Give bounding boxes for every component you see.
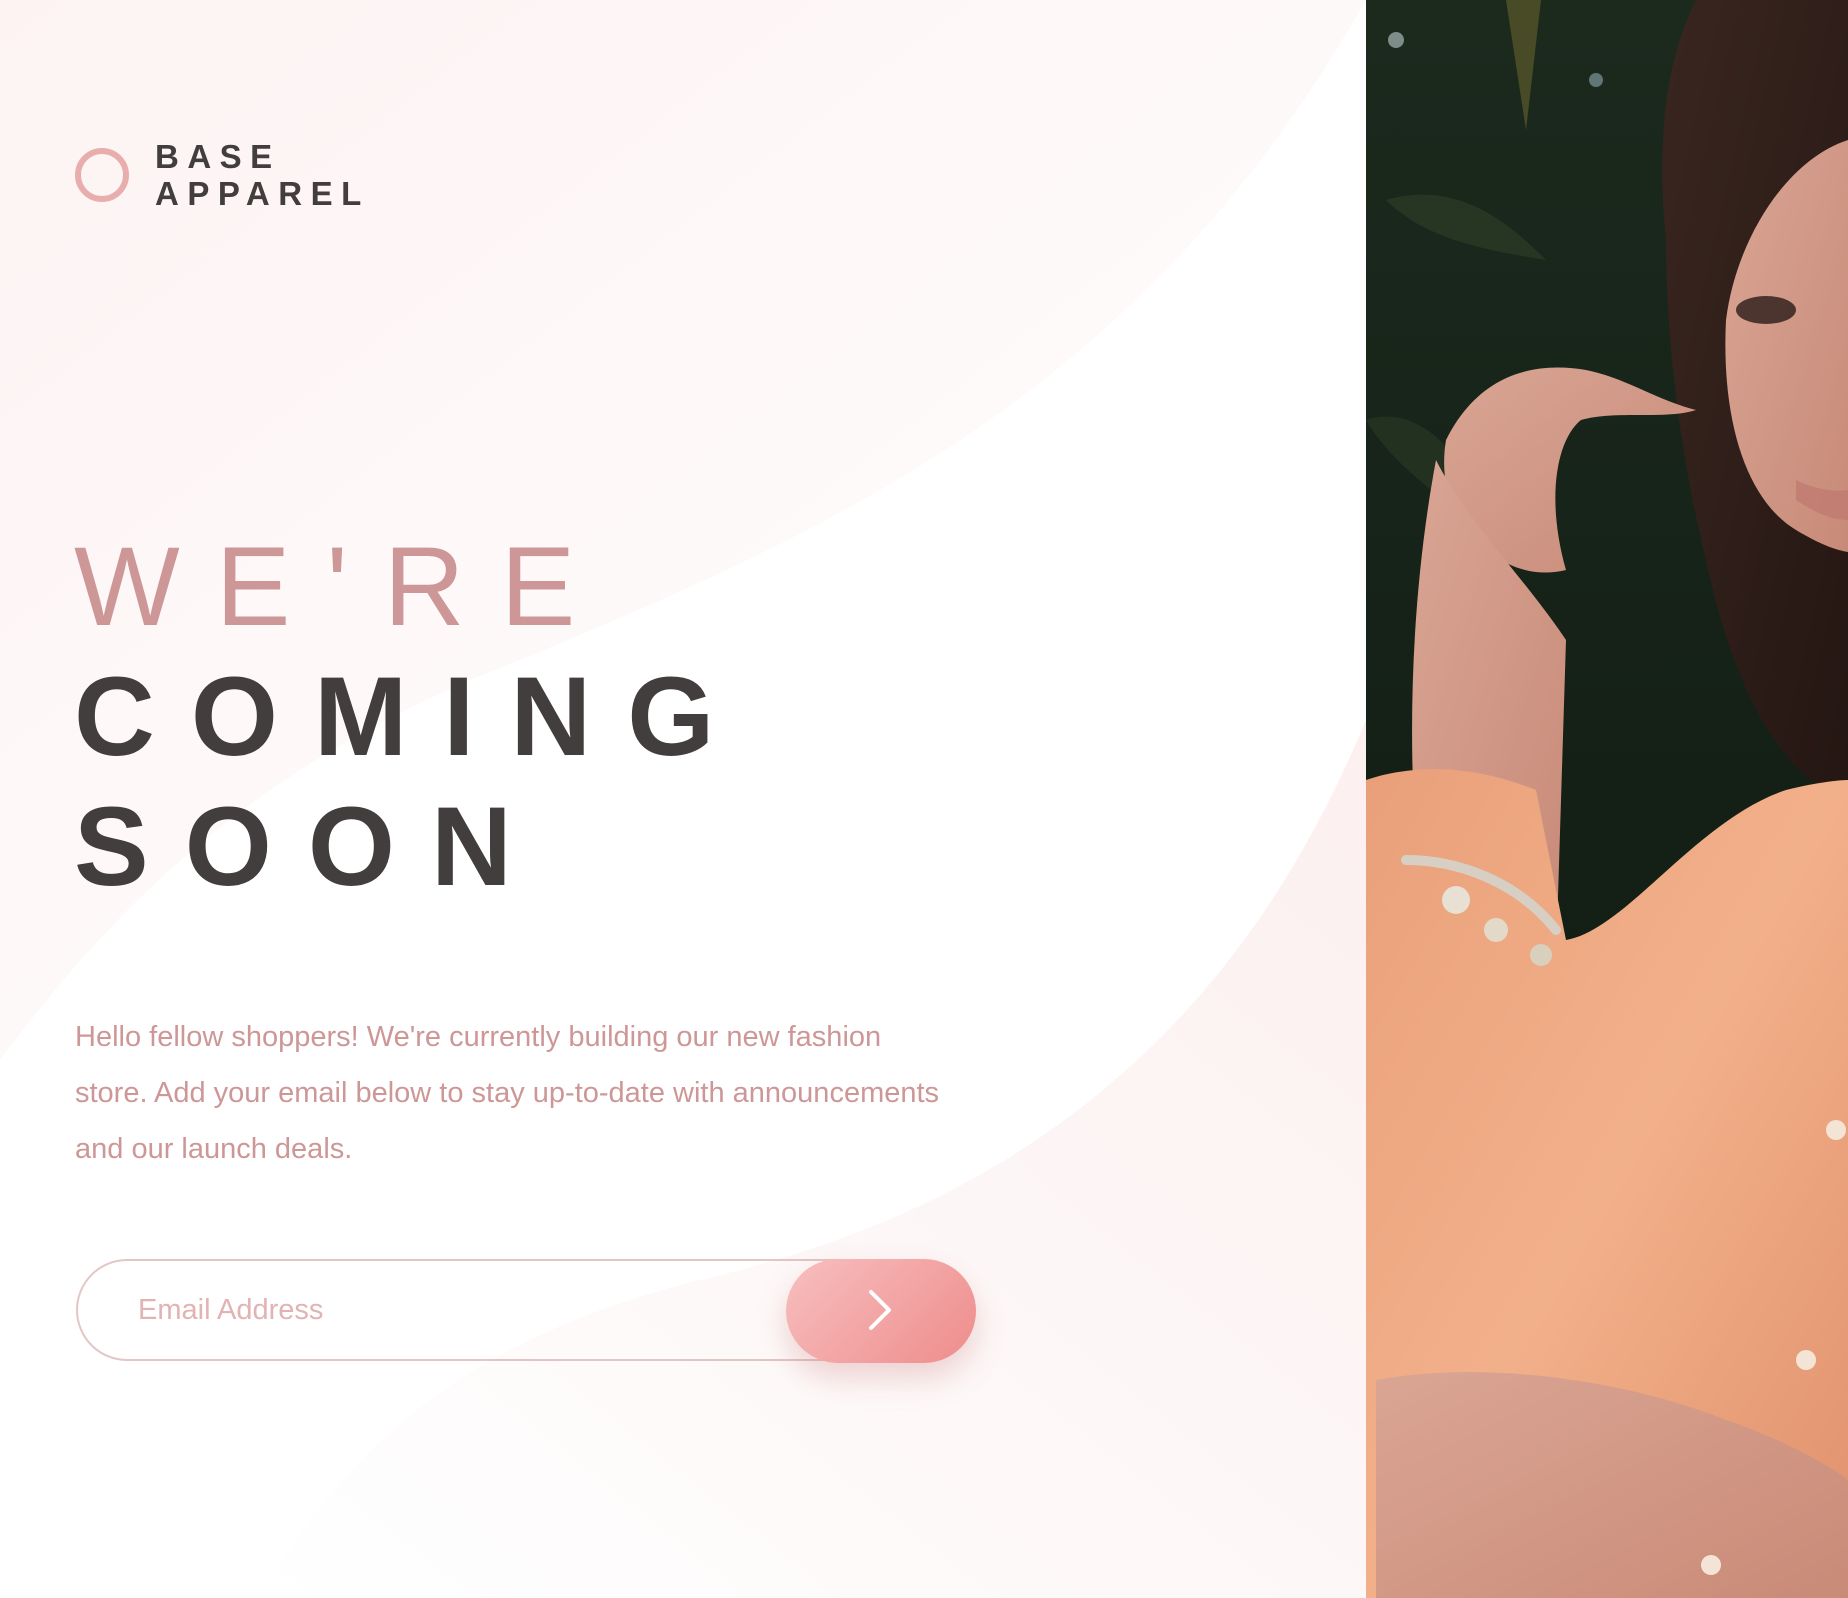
brand-logo[interactable]: BASE APPAREL bbox=[75, 138, 370, 212]
hero-image bbox=[1366, 0, 1848, 1598]
chevron-right-icon bbox=[868, 1289, 894, 1334]
brand-name-line1: BASE bbox=[155, 138, 281, 175]
coming-soon-page: BASE APPAREL WE'RE COMING SOON Hello fel… bbox=[0, 0, 1848, 1598]
intro-text: Hello fellow shoppers! We're currently b… bbox=[75, 1021, 940, 1165]
submit-button[interactable] bbox=[786, 1259, 976, 1363]
logo-ring-icon bbox=[75, 148, 129, 202]
brand-name: BASE APPAREL bbox=[155, 138, 370, 212]
title-line-were: WE'RE bbox=[74, 524, 612, 649]
brand-name-line2: APPAREL bbox=[155, 175, 370, 212]
title-line-soon: SOON bbox=[74, 784, 548, 909]
title-line-coming: COMING bbox=[74, 654, 751, 779]
subscribe-form bbox=[76, 1259, 976, 1363]
page-title: WE'RE COMING SOON bbox=[74, 522, 750, 912]
